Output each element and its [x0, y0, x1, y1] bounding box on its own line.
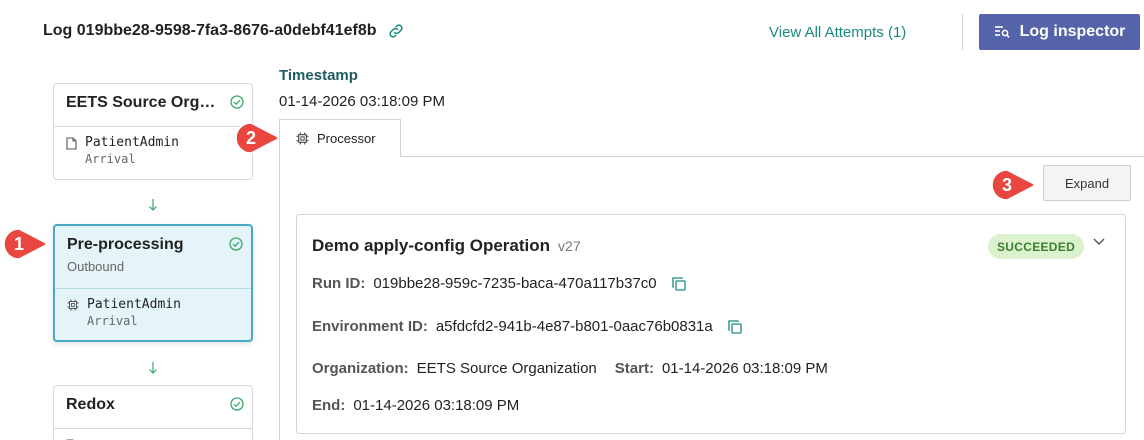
run-id-field: Run ID: 019bbe28-959c-7235-baca-470a117b…: [312, 275, 687, 292]
arrow-down-icon: [149, 362, 157, 374]
check-circle-icon: [229, 237, 243, 251]
check-circle-icon: [230, 95, 244, 109]
link-icon[interactable]: [387, 22, 405, 40]
flow-node-source[interactable]: EETS Source Orga... PatientAdmin Arrival: [53, 83, 253, 180]
expand-button[interactable]: Expand: [1043, 165, 1131, 201]
chevron-down-icon[interactable]: [1092, 236, 1106, 248]
end-label: End:: [312, 397, 346, 414]
arrow-down-icon: [149, 199, 157, 211]
node-item: PatientAdmin: [85, 135, 179, 150]
operation-title: Demo apply-config Operation v27: [312, 236, 581, 256]
node-item-sub: Arrival: [87, 314, 138, 328]
node-title: Redox: [66, 396, 115, 413]
log-inspector-button[interactable]: Log inspector: [979, 14, 1140, 50]
log-title: Log 019bbe28-9598-7fa3-8676-a0debf41ef8b: [43, 22, 405, 40]
operation-title-text: Demo apply-config Operation: [312, 236, 551, 255]
end-field: End: 01-14-2026 03:18:09 PM: [312, 397, 519, 414]
callout-marker: 3: [991, 169, 1035, 201]
node-title: Pre-processing: [67, 236, 184, 253]
status-badge: SUCCEEDED: [988, 234, 1085, 259]
check-circle-icon: [230, 397, 244, 411]
header-divider: [962, 14, 963, 50]
log-inspector-label: Log inspector: [1019, 23, 1126, 40]
view-all-attempts-link[interactable]: View All Attempts (1): [769, 24, 906, 41]
copy-icon[interactable]: [671, 276, 687, 292]
flow-node-redox[interactable]: Redox: [53, 385, 253, 440]
tab-processor[interactable]: Processor: [279, 119, 401, 157]
processor-chip-icon: [296, 132, 309, 145]
callout-number: 3: [1002, 175, 1012, 195]
start-value: 01-14-2026 03:18:09 PM: [661, 360, 828, 377]
organization-field: Organization: EETS Source Organization S…: [312, 360, 828, 377]
node-item-sub: Arrival: [85, 152, 136, 166]
node-subtitle: Outbound: [67, 259, 125, 274]
environment-id-field: Environment ID: a5fdcfd2-941b-4e87-b801-…: [312, 318, 743, 335]
node-item: PatientAdmin: [87, 297, 181, 312]
start-label: Start:: [614, 360, 654, 377]
organization-value: EETS Source Organization: [416, 360, 597, 377]
flow-node-pre-processing[interactable]: Pre-processing Outbound PatientAdmin Arr…: [53, 224, 253, 342]
callout-marker: 2: [235, 122, 279, 154]
run-id-value: 019bbe28-959c-7235-baca-470a117b37c0: [373, 275, 657, 292]
processor-chip-icon: [67, 299, 79, 311]
operation-version: v27: [558, 238, 581, 254]
callout-number: 1: [14, 234, 24, 254]
environment-id-value: a5fdcfd2-941b-4e87-b801-0aac76b0831a: [435, 318, 713, 335]
organization-label: Organization:: [312, 360, 409, 377]
environment-id-label: Environment ID:: [312, 318, 428, 335]
tab-processor-label: Processor: [317, 131, 376, 146]
document-icon: [66, 137, 77, 150]
timestamp-value: 01-14-2026 03:18:09 PM: [279, 93, 445, 110]
list-search-icon: [994, 26, 1010, 38]
log-title-text: Log 019bbe28-9598-7fa3-8676-a0debf41ef8b: [43, 22, 377, 39]
timestamp-label: Timestamp: [279, 67, 358, 84]
copy-icon[interactable]: [727, 319, 743, 335]
node-title: EETS Source Orga...: [66, 94, 221, 111]
callout-marker: 1: [3, 228, 47, 260]
end-value: 01-14-2026 03:18:09 PM: [353, 397, 520, 414]
callout-number: 2: [246, 128, 256, 148]
run-id-label: Run ID:: [312, 275, 366, 292]
